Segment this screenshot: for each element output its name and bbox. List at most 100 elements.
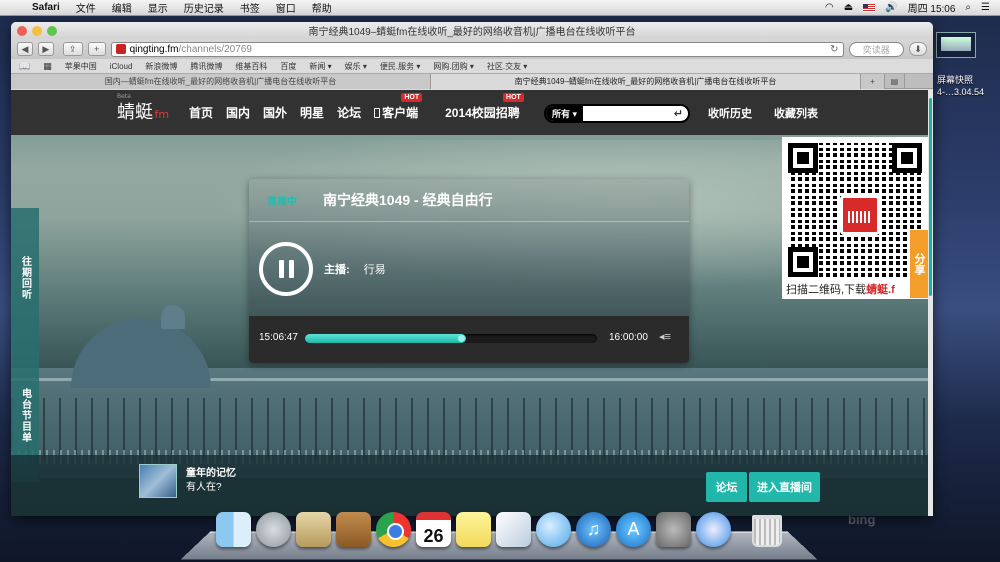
mail-icon[interactable] xyxy=(296,512,331,547)
bookmark-item[interactable]: 腾讯微博 xyxy=(190,61,222,72)
menu-view[interactable]: 显示 xyxy=(140,0,176,15)
nav-domestic[interactable]: 国内 xyxy=(226,104,250,121)
window-titlebar[interactable]: 南宁经典1049–蜻蜓fm在线收听_最好的网络收音机|广播电台在线收听平台 xyxy=(11,22,933,39)
menu-help[interactable]: 帮助 xyxy=(304,0,340,15)
address-domain: qingting.fm xyxy=(129,43,179,55)
webpage: Beta 蜻蜓.fm 首页 国内 国外 明星 论坛 客户端 HOT 2014校园… xyxy=(11,90,928,516)
volume-icon[interactable]: ◂≡ xyxy=(659,330,671,343)
background-dome xyxy=(71,318,211,388)
address-bar[interactable]: qingting.fm /channels/20769 ↻ xyxy=(110,41,844,57)
forward-button[interactable]: ▶ xyxy=(37,42,54,56)
browser-toolbar: ◀ ▶ ⇪ + qingting.fm /channels/20769 ↻ 奕读… xyxy=(11,39,933,59)
menu-window[interactable]: 窗口 xyxy=(268,0,304,15)
side-tab-past-episodes[interactable]: 往期回听 xyxy=(11,208,39,348)
bookmark-item[interactable]: iCloud xyxy=(110,62,133,71)
dock: 26 ♫ A xyxy=(216,512,782,556)
bookmark-item[interactable]: 网购.团购 ▾ xyxy=(433,61,473,72)
nav-favorites[interactable]: 收藏列表 xyxy=(774,105,818,121)
player-controls: 15:06:47 16:00:00 ◂≡ xyxy=(249,316,689,363)
bookmark-item[interactable]: 社区.交友 ▾ xyxy=(487,61,527,72)
nav-stars[interactable]: 明星 xyxy=(300,104,324,121)
tab-overview-icon[interactable]: ▤ xyxy=(885,73,905,89)
site-logo[interactable]: Beta 蜻蜓.fm xyxy=(117,93,169,124)
wifi-icon[interactable]: ◠ xyxy=(825,2,834,13)
nav-forum[interactable]: 论坛 xyxy=(337,104,361,121)
preview-icon[interactable] xyxy=(496,512,531,547)
share-tab[interactable]: 分享 xyxy=(910,230,928,298)
desktop-file-label: 屏幕快照 4-…3.04.54 xyxy=(937,75,985,97)
tab-domestic[interactable]: 国内—蜻蜓fm在线收听_最好的网络收音机|广播电台在线收听平台 xyxy=(11,73,431,89)
add-bookmark-icon[interactable]: + xyxy=(87,42,106,56)
downloads-icon[interactable]: ⬇ xyxy=(909,42,928,56)
background-dome-top xyxy=(161,305,185,329)
qr-caption: 扫描二维码,下载蜻蜓.f xyxy=(786,284,895,296)
menu-bookmarks[interactable]: 书签 xyxy=(232,0,268,15)
memory-title[interactable]: 童年的记忆 xyxy=(186,464,236,479)
search-enter-icon[interactable]: ↵ xyxy=(674,107,683,120)
back-button[interactable]: ◀ xyxy=(17,42,33,56)
bookmark-item[interactable]: 新闻 ▾ xyxy=(309,61,331,72)
bookmark-item[interactable]: 维基百科 xyxy=(235,61,267,72)
reading-list-icon[interactable]: 📖 xyxy=(19,61,30,72)
reload-icon[interactable]: ↻ xyxy=(830,44,838,55)
bookmark-item[interactable]: 苹果中国 xyxy=(65,61,97,72)
address-path: /channels/20769 xyxy=(178,43,252,55)
bookmark-item[interactable]: 娱乐 ▾ xyxy=(345,61,367,72)
chrome-icon[interactable] xyxy=(376,512,411,547)
hot-badge: HOT xyxy=(503,93,524,102)
itunes-icon[interactable]: ♫ xyxy=(576,512,611,547)
menu-edit[interactable]: 编辑 xyxy=(104,0,140,15)
launchpad-icon[interactable] xyxy=(256,512,291,547)
page-scrollbar[interactable] xyxy=(928,90,933,516)
nav-home[interactable]: 首页 xyxy=(189,104,213,121)
safari-icon[interactable] xyxy=(696,512,731,547)
top-sites-icon[interactable]: ▦ xyxy=(43,61,52,72)
finder-icon[interactable] xyxy=(216,512,251,547)
pause-button[interactable] xyxy=(259,242,313,296)
desktop-screenshot-file-icon[interactable] xyxy=(936,32,976,58)
contacts-icon[interactable] xyxy=(336,512,371,547)
site-search-box[interactable]: 所有 ▾ ↵ xyxy=(544,104,690,123)
progress-fill xyxy=(305,334,466,343)
nav-listen-history[interactable]: 收听历史 xyxy=(708,105,752,121)
bookmark-item[interactable]: 新浪微博 xyxy=(145,61,177,72)
time-start: 15:06:47 xyxy=(259,332,298,343)
app-download-qr[interactable]: 扫描二维码,下载蜻蜓.f xyxy=(782,137,928,299)
menu-file[interactable]: 文件 xyxy=(68,0,104,15)
nav-foreign[interactable]: 国外 xyxy=(263,104,287,121)
app-store-icon[interactable]: A xyxy=(616,512,651,547)
eject-icon[interactable]: ⏏ xyxy=(844,2,853,13)
new-tab-icon[interactable]: + xyxy=(861,73,885,89)
progress-knob[interactable] xyxy=(457,335,465,342)
bookmark-item[interactable]: 百度 xyxy=(280,61,296,72)
bookmark-item[interactable]: 便民.服务 ▾ xyxy=(380,61,420,72)
menu-history[interactable]: 历史记录 xyxy=(176,0,232,15)
nav-client[interactable]: 客户端 HOT xyxy=(374,93,423,121)
forum-button[interactable]: 论坛 xyxy=(706,472,747,502)
phone-icon xyxy=(374,108,381,118)
site-navbar: Beta 蜻蜓.fm 首页 国内 国外 明星 论坛 客户端 HOT 2014校园… xyxy=(11,90,928,135)
nav-campus-recruit[interactable]: 2014校园招聘 HOT xyxy=(445,93,524,121)
trash-icon[interactable] xyxy=(752,515,782,547)
spotlight-icon[interactable]: ⌕ xyxy=(965,2,971,13)
volume-icon[interactable]: 🔊 xyxy=(885,2,897,13)
system-preferences-icon[interactable] xyxy=(656,512,691,547)
live-indicator: 直播中 xyxy=(267,197,297,208)
search-scope-select[interactable]: 所有 ▾ xyxy=(546,106,584,121)
avatar[interactable] xyxy=(139,464,177,498)
progress-bar[interactable] xyxy=(305,334,597,343)
hot-badge: HOT xyxy=(401,93,423,102)
calendar-icon[interactable]: 26 xyxy=(416,512,451,547)
site-favicon-icon xyxy=(115,44,126,54)
messages-icon[interactable] xyxy=(536,512,571,547)
menu-app-name[interactable]: Safari xyxy=(24,2,68,13)
input-source-flag-icon[interactable] xyxy=(863,3,876,12)
enter-live-room-button[interactable]: 进入直播间 xyxy=(749,472,820,502)
notification-center-icon[interactable]: ☰ xyxy=(981,2,990,13)
stickies-icon[interactable] xyxy=(456,512,491,547)
tab-nanning-1049[interactable]: 南宁经典1049–蜻蜓fm在线收听_最好的网络收音机|广播电台在线收听平台 xyxy=(431,73,861,89)
share-icon[interactable]: ⇪ xyxy=(62,42,83,56)
safari-window: 南宁经典1049–蜻蜓fm在线收听_最好的网络收音机|广播电台在线收听平台 ◀ … xyxy=(11,22,933,516)
clock[interactable]: 周四 15:06 xyxy=(908,0,956,15)
reader-button[interactable]: 奕读器 xyxy=(848,41,905,57)
